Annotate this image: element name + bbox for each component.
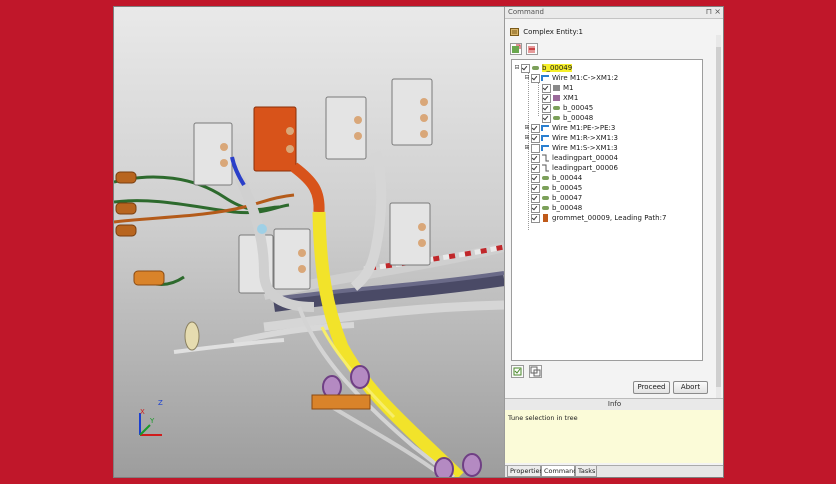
add-to-selection-button[interactable] bbox=[510, 43, 522, 55]
tree-node[interactable]: b_00048 bbox=[542, 113, 593, 123]
collapse-icon[interactable]: ⊟ bbox=[514, 65, 520, 71]
wire-icon bbox=[541, 134, 550, 142]
bundle-icon bbox=[541, 204, 550, 212]
wire-icon bbox=[541, 74, 550, 82]
bundle-icon bbox=[541, 184, 550, 192]
tab-command[interactable]: Command bbox=[541, 466, 577, 477]
select-all-button[interactable] bbox=[511, 365, 524, 378]
checkbox[interactable] bbox=[531, 143, 540, 153]
component-icon bbox=[552, 84, 561, 92]
tree-node[interactable]: b_00045 bbox=[542, 103, 593, 113]
tree-node[interactable]: ⊞ Wire M1:R->XM1:3 bbox=[524, 133, 618, 143]
command-panel: Command ⊓ × Complex Entity:1 ⊟ b_00049 ⊟ W… bbox=[504, 7, 723, 477]
checkbox[interactable] bbox=[542, 103, 551, 113]
proceed-button[interactable]: Proceed bbox=[633, 381, 670, 394]
tab-properties[interactable]: Properties bbox=[507, 466, 543, 477]
deselect-button[interactable] bbox=[529, 365, 542, 378]
checkbox[interactable] bbox=[542, 93, 551, 103]
expand-icon[interactable]: ⊞ bbox=[524, 125, 530, 131]
panel-tabs: Properties Command Tasks bbox=[505, 465, 723, 477]
tree-node[interactable]: b_00045 bbox=[531, 183, 582, 193]
leading-path-icon bbox=[541, 154, 550, 162]
wire-icon bbox=[541, 144, 550, 152]
close-icon[interactable]: × bbox=[714, 7, 721, 16]
tree-node[interactable]: ⊞ Wire M1:S->XM1:3 bbox=[524, 143, 618, 153]
leading-path-icon bbox=[541, 164, 550, 172]
axis-z-label: Z bbox=[158, 399, 163, 407]
tree-node[interactable]: XM1 bbox=[542, 93, 578, 103]
grommet-icon bbox=[541, 214, 550, 222]
checkbox[interactable] bbox=[531, 133, 540, 143]
panel-title: Command bbox=[508, 8, 544, 16]
entity-row: Complex Entity:1 bbox=[510, 27, 583, 37]
info-text: Tune selection in tree bbox=[508, 414, 578, 422]
checkbox[interactable] bbox=[531, 153, 540, 163]
checkbox[interactable] bbox=[531, 193, 540, 203]
expand-icon[interactable]: ⊞ bbox=[524, 135, 530, 141]
checkbox[interactable] bbox=[531, 203, 540, 213]
tree-node[interactable]: b_00048 bbox=[531, 203, 582, 213]
bundle-icon bbox=[541, 174, 550, 182]
expand-icon[interactable]: ⊞ bbox=[524, 145, 530, 151]
bundle-icon bbox=[552, 114, 561, 122]
tree-node[interactable]: ⊟ Wire M1:C->XM1:2 bbox=[524, 73, 618, 83]
tree-node[interactable]: M1 bbox=[542, 83, 574, 93]
selection-tree[interactable]: ⊟ b_00049 ⊟ Wire M1:C->XM1:2 M1 XM1 b_0004… bbox=[511, 59, 703, 361]
tree-node[interactable]: b_00047 bbox=[531, 193, 582, 203]
tree-node[interactable]: b_00044 bbox=[531, 173, 582, 183]
bundle-icon bbox=[541, 194, 550, 202]
checkbox[interactable] bbox=[531, 213, 540, 223]
abort-button[interactable]: Abort bbox=[673, 381, 708, 394]
connector-icon bbox=[552, 94, 561, 102]
bundle-icon bbox=[531, 64, 540, 72]
checkbox[interactable] bbox=[531, 73, 540, 83]
3d-viewport[interactable]: X Y Z bbox=[114, 7, 504, 477]
checkbox[interactable] bbox=[531, 183, 540, 193]
axis-x-label: X bbox=[140, 408, 145, 416]
axis-y-label: Y bbox=[150, 417, 155, 425]
panel-scrollbar[interactable] bbox=[716, 35, 721, 401]
tree-node[interactable]: ⊞ Wire M1:PE->PE:3 bbox=[524, 123, 615, 133]
remove-from-selection-button[interactable] bbox=[526, 43, 538, 55]
tab-tasks[interactable]: Tasks bbox=[575, 466, 597, 477]
pin-icon[interactable]: ⊓ bbox=[706, 7, 712, 16]
complex-entity-icon bbox=[510, 27, 519, 36]
checkbox[interactable] bbox=[531, 163, 540, 173]
tree-node[interactable]: leadingpart_00006 bbox=[531, 163, 618, 173]
checkbox[interactable] bbox=[531, 123, 540, 133]
entity-label: Complex Entity:1 bbox=[523, 27, 583, 36]
collapse-icon[interactable]: ⊟ bbox=[524, 75, 530, 81]
info-box: Tune selection in tree bbox=[505, 410, 723, 463]
tree-node[interactable]: ⊟ b_00049 bbox=[514, 63, 573, 73]
panel-title-bar: Command ⊓ × bbox=[505, 7, 723, 19]
checkbox[interactable] bbox=[542, 83, 551, 93]
checkbox[interactable] bbox=[531, 173, 540, 183]
scrollbar-thumb[interactable] bbox=[716, 47, 721, 387]
tree-node[interactable]: grommet_00009, Leading Path:7 bbox=[531, 213, 666, 223]
harness-model bbox=[114, 78, 504, 477]
checkbox[interactable] bbox=[542, 113, 551, 123]
application-window: X Y Z Command ⊓ × Complex Entity:1 ⊟ b_0… bbox=[113, 6, 724, 478]
wire-icon bbox=[541, 124, 550, 132]
checkbox[interactable] bbox=[521, 63, 530, 73]
bundle-icon bbox=[552, 104, 561, 112]
tree-node[interactable]: leadingpart_00004 bbox=[531, 153, 618, 163]
